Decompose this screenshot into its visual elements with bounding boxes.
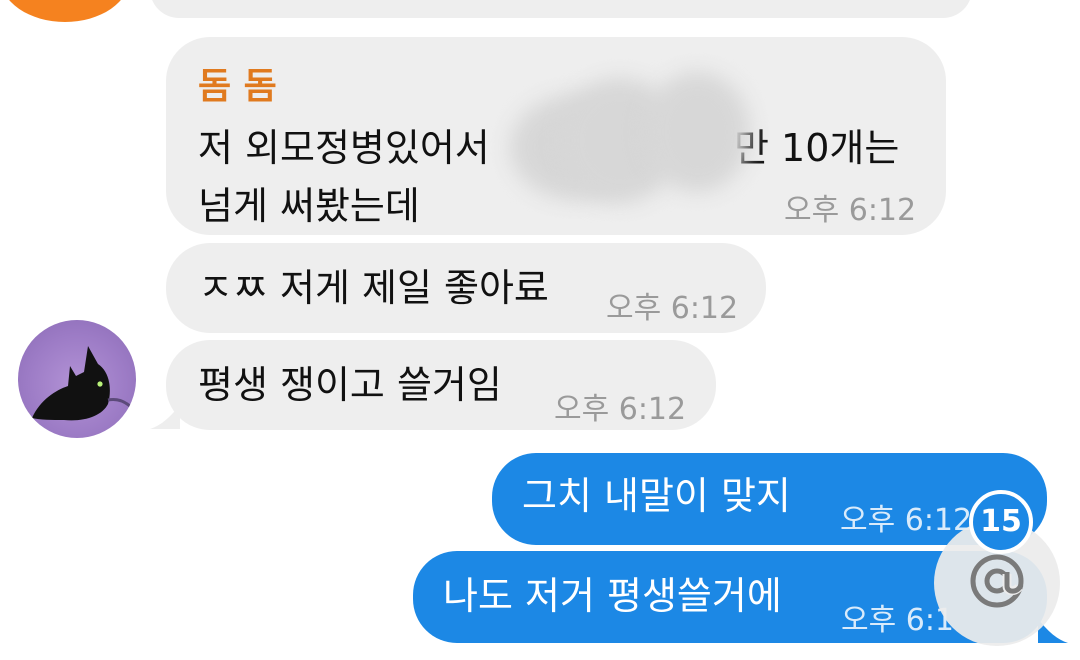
message-text: ㅈㅉ 저게 제일 좋아료 (198, 266, 549, 310)
redaction-blur (645, 72, 750, 192)
mention-count-badge: 15 (969, 490, 1033, 554)
message-text: 평생 쟁이고 쓸거임 (198, 363, 502, 407)
message-text: 그치 내말이 맞지 (522, 474, 791, 518)
message-text: 나도 저거 평생쓸거에 (443, 574, 782, 618)
message-time: 오후 6:12 (784, 193, 917, 228)
message-text-line1-start: 저 외모정병있어서 (198, 126, 490, 170)
message-bubble-2[interactable]: ㅈㅉ 저게 제일 좋아료 오후 6:12 (166, 243, 766, 333)
avatar[interactable] (18, 320, 136, 438)
sender-name: 돔 돔 (198, 66, 277, 107)
bubble-tail (150, 405, 180, 429)
avatar[interactable] (0, 0, 130, 22)
message-text-line2: 넘게 써봤는데 (198, 184, 420, 228)
previous-message-bubble[interactable] (150, 0, 972, 18)
cat-silhouette-icon (32, 346, 134, 421)
message-text-line1-end: 만 10개는 (734, 126, 900, 170)
message-bubble-3[interactable]: 평생 쟁이고 쓸거임 오후 6:12 (166, 340, 716, 430)
message-time: 오후 6:12 (606, 291, 739, 326)
chat-screen: 돔 돔 저 외모정병있어서 만 10개는 넘게 써봤는데 오후 6:12 ㅈㅉ … (0, 0, 1080, 660)
message-time: 오후 6:12 (840, 503, 973, 538)
at-icon (970, 554, 1024, 608)
message-time: 오후 6:12 (554, 392, 687, 427)
